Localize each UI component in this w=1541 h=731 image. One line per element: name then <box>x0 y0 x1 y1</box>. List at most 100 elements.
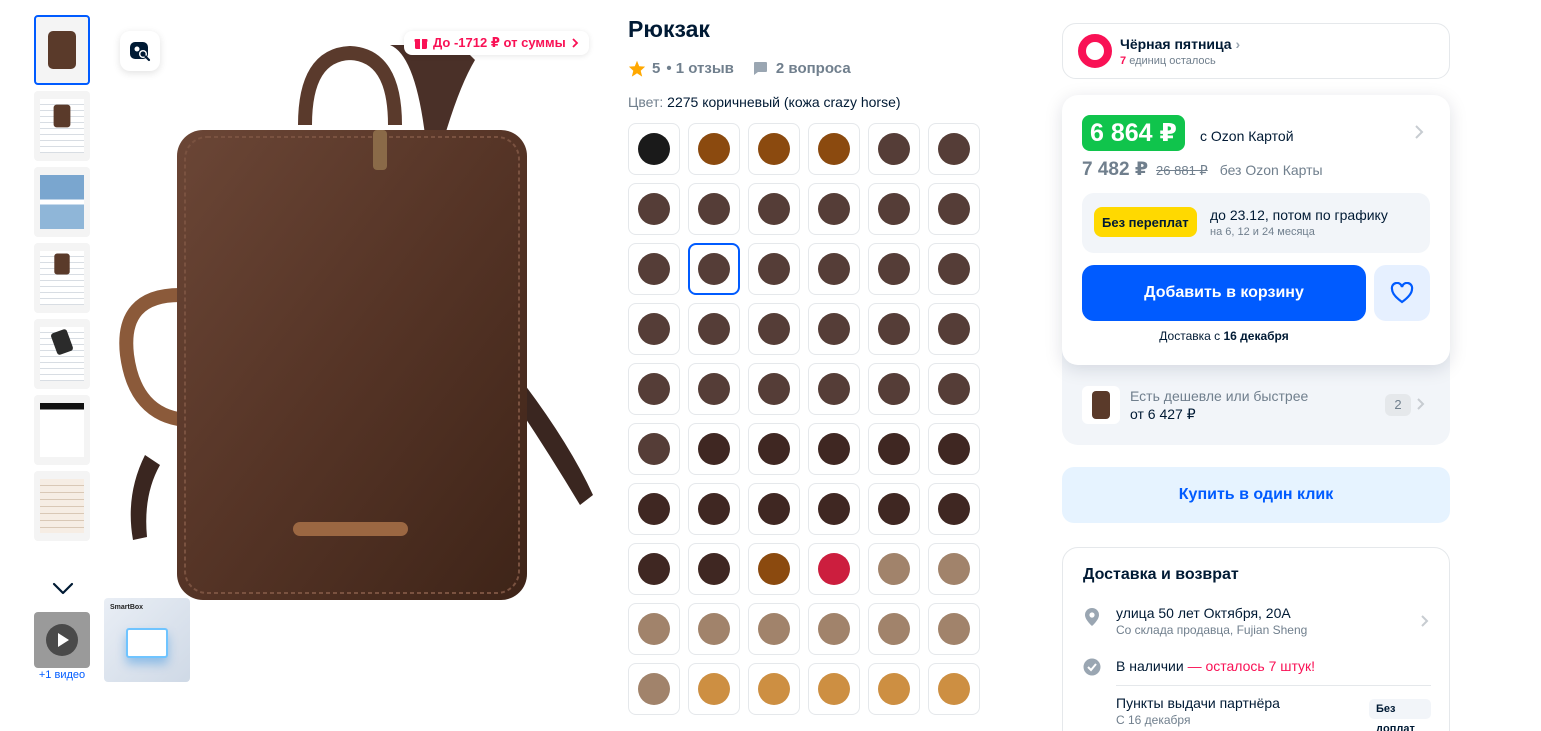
thumbnail-2[interactable] <box>34 91 90 161</box>
color-swatch[interactable] <box>868 663 920 715</box>
ozon-card-label[interactable]: с Ozon Картой <box>1200 128 1294 144</box>
color-swatch[interactable] <box>808 243 860 295</box>
color-swatch-dot <box>938 433 970 465</box>
color-swatch[interactable] <box>748 483 800 535</box>
color-swatch[interactable] <box>868 123 920 175</box>
color-swatch[interactable] <box>628 303 680 355</box>
cheaper-line2: от 6 427 ₽ <box>1130 406 1196 422</box>
buy-one-click-button[interactable]: Купить в один клик <box>1062 467 1450 523</box>
thumbnail-4[interactable] <box>34 243 90 313</box>
cheaper-offers-row[interactable]: Есть дешевле или быстрее от 6 427 ₽ 2 <box>1082 384 1430 426</box>
thumbnail-list <box>34 15 90 547</box>
color-swatch[interactable] <box>688 123 740 175</box>
color-swatch[interactable] <box>808 543 860 595</box>
color-swatch[interactable] <box>808 183 860 235</box>
color-swatch[interactable] <box>808 363 860 415</box>
color-swatch[interactable] <box>688 303 740 355</box>
color-swatch[interactable] <box>928 603 980 655</box>
color-swatch[interactable] <box>868 183 920 235</box>
color-swatch[interactable] <box>868 543 920 595</box>
thumbnail-3[interactable] <box>34 167 90 237</box>
black-friday-card[interactable]: Чёрная пятница › 7 единиц осталось <box>1062 23 1450 79</box>
color-swatch[interactable] <box>748 543 800 595</box>
color-swatch[interactable] <box>628 183 680 235</box>
color-swatch[interactable] <box>748 603 800 655</box>
color-swatch[interactable] <box>688 663 740 715</box>
color-swatch[interactable] <box>688 363 740 415</box>
color-swatch[interactable] <box>928 303 980 355</box>
color-swatch[interactable] <box>868 603 920 655</box>
ozon-card-price[interactable]: 6 864 ₽ <box>1082 115 1185 151</box>
color-swatch[interactable] <box>868 483 920 535</box>
color-swatch[interactable] <box>628 483 680 535</box>
color-swatch[interactable] <box>628 363 680 415</box>
color-swatch-dot <box>878 493 910 525</box>
main-product-image[interactable] <box>115 25 600 605</box>
color-swatch[interactable] <box>928 543 980 595</box>
color-swatch[interactable] <box>688 243 740 295</box>
color-swatch[interactable] <box>928 123 980 175</box>
installment-block[interactable]: Без переплат до 23.12, потом по графику … <box>1082 193 1430 253</box>
color-swatch[interactable] <box>628 663 680 715</box>
color-swatch[interactable] <box>928 183 980 235</box>
discount-badge[interactable]: До -1712 ₽ от суммы <box>404 31 589 55</box>
color-swatch[interactable] <box>748 663 800 715</box>
color-swatch[interactable] <box>808 483 860 535</box>
color-swatch-dot <box>758 253 790 285</box>
divider <box>1116 685 1431 686</box>
thumbnail-5[interactable] <box>34 319 90 389</box>
color-swatch[interactable] <box>868 243 920 295</box>
black-friday-remaining: единиц осталось <box>1129 54 1216 67</box>
color-swatch[interactable] <box>628 423 680 475</box>
video-thumbnail[interactable] <box>34 612 90 668</box>
thumbnail-1[interactable] <box>34 15 90 85</box>
delivery-prefix: Доставка с <box>1159 329 1221 343</box>
thumbnail-7[interactable] <box>34 471 90 541</box>
delivery-address: улица 50 лет Октября, 20А <box>1116 605 1291 621</box>
video-count-label[interactable]: +1 видео <box>34 669 90 681</box>
color-swatch[interactable] <box>868 303 920 355</box>
color-swatch-dot <box>758 313 790 345</box>
color-swatch[interactable] <box>868 423 920 475</box>
color-swatch[interactable] <box>748 363 800 415</box>
color-swatch[interactable] <box>808 303 860 355</box>
color-swatch[interactable] <box>808 123 860 175</box>
color-swatch[interactable] <box>808 423 860 475</box>
color-swatch[interactable] <box>928 423 980 475</box>
similar-search-button[interactable] <box>120 31 160 71</box>
favorite-button[interactable] <box>1374 265 1430 321</box>
color-swatch[interactable] <box>928 663 980 715</box>
color-swatch[interactable] <box>808 663 860 715</box>
color-swatch[interactable] <box>688 603 740 655</box>
installment-badge: Без переплат <box>1094 207 1197 237</box>
color-swatch[interactable] <box>688 423 740 475</box>
color-swatch[interactable] <box>748 303 800 355</box>
color-swatch[interactable] <box>688 543 740 595</box>
thumbnail-6[interactable] <box>34 395 90 465</box>
color-swatch[interactable] <box>628 543 680 595</box>
chevron-right-icon[interactable] <box>1414 125 1424 139</box>
delivery-address-row[interactable]: улица 50 лет Октября, 20А Со склада прод… <box>1083 605 1431 639</box>
color-swatch[interactable] <box>628 603 680 655</box>
reviews-link[interactable]: • 1 отзыв <box>666 60 734 77</box>
color-swatch[interactable] <box>688 183 740 235</box>
color-swatch[interactable] <box>748 183 800 235</box>
questions-link[interactable]: 2 вопроса <box>752 60 851 77</box>
pickup-row[interactable]: Пункты выдачи партнёра С 16 декабря Без … <box>1083 695 1431 731</box>
color-swatch-dot <box>818 193 850 225</box>
color-swatch[interactable] <box>748 123 800 175</box>
color-swatch[interactable] <box>928 363 980 415</box>
location-pin-icon <box>1085 608 1099 626</box>
color-swatch[interactable] <box>868 363 920 415</box>
color-swatch[interactable] <box>928 483 980 535</box>
color-swatch[interactable] <box>808 603 860 655</box>
color-swatch[interactable] <box>628 243 680 295</box>
chevron-down-icon[interactable] <box>50 576 76 600</box>
color-swatch[interactable] <box>748 423 800 475</box>
smartbox-thumbnail[interactable]: SmartBox <box>104 598 190 682</box>
color-swatch[interactable] <box>928 243 980 295</box>
color-swatch[interactable] <box>688 483 740 535</box>
color-swatch[interactable] <box>628 123 680 175</box>
color-swatch[interactable] <box>748 243 800 295</box>
add-to-cart-button[interactable]: Добавить в корзину <box>1082 265 1366 321</box>
